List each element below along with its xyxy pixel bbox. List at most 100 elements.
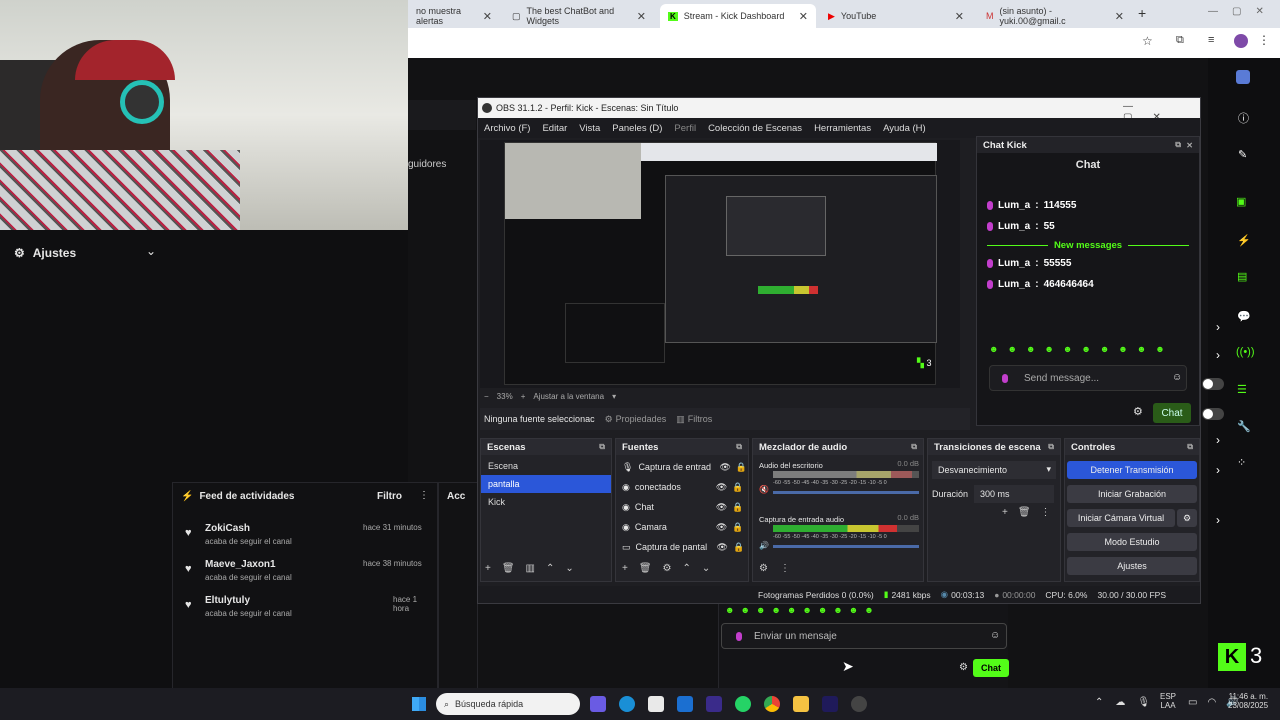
popout-icon[interactable]: ⧉ xyxy=(736,442,742,452)
fit-window[interactable]: Ajustar a la ventana xyxy=(533,392,604,401)
chat-user[interactable]: Lum_a xyxy=(998,221,1030,232)
chevron-up-icon[interactable]: ⌃ xyxy=(1095,697,1103,708)
emote-row[interactable]: ☻☻☻☻☻☻☻☻☻☻ xyxy=(725,605,1005,615)
feed-user[interactable]: Eltulytuly xyxy=(205,595,250,606)
trash-icon[interactable]: 🗑 xyxy=(502,563,515,574)
trash-icon[interactable]: 🗑 xyxy=(1018,507,1031,518)
network-icon[interactable]: ☁ xyxy=(1115,697,1125,708)
chat-user[interactable]: Lum_a xyxy=(998,200,1030,211)
properties-button[interactable]: ⚙ Propiedades xyxy=(605,414,667,425)
gear-icon[interactable]: ⚙ xyxy=(959,662,968,673)
browser-tab-active[interactable]: K Stream - Kick Dashboard ✕ xyxy=(660,4,816,28)
more-icon[interactable]: ⋮ xyxy=(780,563,790,574)
popout-icon[interactable]: ⧉ xyxy=(1187,442,1193,452)
preview-area[interactable]: ▚ 3 xyxy=(480,140,960,388)
virtual-camera-button[interactable]: Iniciar Cámara Virtual xyxy=(1067,509,1175,527)
volume-slider[interactable] xyxy=(773,545,919,548)
outlook-icon[interactable] xyxy=(677,696,693,712)
source-item[interactable]: ◉ Chat 👁 🔒 xyxy=(616,497,748,517)
bookmark-star-icon[interactable]: ☆ xyxy=(1142,34,1153,48)
scene-item[interactable]: Escena xyxy=(481,457,611,475)
avatar[interactable] xyxy=(1234,34,1248,48)
lock-icon[interactable]: 🔒 xyxy=(732,502,743,513)
toggle[interactable] xyxy=(1202,378,1224,390)
scene-item-selected[interactable]: pantalla xyxy=(481,475,611,493)
lock-icon[interactable]: 🔒 xyxy=(733,542,744,553)
popout-icon[interactable]: ⧉ xyxy=(911,442,917,452)
chat-input[interactable]: Enviar un mensaje ☺ xyxy=(721,623,1007,649)
arrow-down-icon[interactable]: ⌄ xyxy=(565,563,573,574)
arrow-down-icon[interactable]: ⌄ xyxy=(702,563,710,574)
menu-vista[interactable]: Vista xyxy=(573,123,606,134)
document-icon[interactable]: ▤ xyxy=(1237,270,1247,283)
gear-icon[interactable]: ⚙ xyxy=(663,563,672,574)
chevron-right-icon[interactable]: › xyxy=(1216,348,1220,362)
extensions-icon[interactable]: ⧉ xyxy=(1176,34,1184,47)
arrow-up-icon[interactable]: ⌃ xyxy=(683,563,691,574)
menu-ayuda[interactable]: Ayuda (H) xyxy=(877,123,932,134)
chat-send-button[interactable]: Chat xyxy=(973,659,1009,677)
extension-icon[interactable] xyxy=(1236,70,1250,84)
zoom-in-icon[interactable]: + xyxy=(521,392,526,401)
studio-mode-button[interactable]: Modo Estudio xyxy=(1067,533,1197,551)
eye-icon[interactable]: 👁 xyxy=(716,502,727,513)
jw-icon[interactable] xyxy=(706,696,722,712)
browser-tab[interactable]: ▢ The best ChatBot and Widgets ✕ xyxy=(504,4,654,28)
edge-icon[interactable] xyxy=(619,696,635,712)
chevron-right-icon[interactable]: › xyxy=(1216,463,1220,477)
lock-icon[interactable]: 🔒 xyxy=(732,522,743,533)
microphone-icon[interactable] xyxy=(1002,374,1008,383)
wrench-icon[interactable]: 🔧 xyxy=(1237,420,1251,433)
gear-icon[interactable]: ⚙ xyxy=(1177,509,1197,527)
emote-row[interactable]: ☻☻☻☻☻☻☻☻☻☻ xyxy=(989,344,1193,354)
close-icon[interactable]: ✕ xyxy=(1186,141,1193,150)
start-recording-button[interactable]: Iniciar Grabación xyxy=(1067,485,1197,503)
chevron-down-icon[interactable]: ⌄ xyxy=(146,244,156,258)
feed-user[interactable]: Maeve_Jaxon1 xyxy=(205,559,276,570)
more-icon[interactable]: ⋮ xyxy=(1041,507,1051,518)
source-item[interactable]: 🎙 Captura de entrad 👁 🔒 xyxy=(616,457,748,477)
gear-icon[interactable]: ⚙ xyxy=(1133,405,1143,418)
add-icon[interactable]: + xyxy=(1002,507,1008,518)
playlist-icon[interactable]: ≡ xyxy=(1208,34,1214,46)
chevron-right-icon[interactable]: › xyxy=(1216,513,1220,527)
menu-editar[interactable]: Editar xyxy=(536,123,573,134)
close-icon[interactable]: ✕ xyxy=(799,10,808,23)
source-item[interactable]: ◉ Camara 👁 🔒 xyxy=(616,517,748,537)
stop-streaming-button[interactable]: Detener Transmisión xyxy=(1067,461,1197,479)
browser-tab[interactable]: M (sin asunto) - yuki.00@gmail.c ✕ xyxy=(978,4,1132,28)
microphone-icon[interactable] xyxy=(736,632,742,641)
lock-icon[interactable]: 🔒 xyxy=(736,462,747,473)
chat-user[interactable]: Lum_a xyxy=(998,279,1030,290)
scene-item[interactable]: Kick xyxy=(481,493,611,511)
source-item[interactable]: ◉ conectados 👁 🔒 xyxy=(616,477,748,497)
toggle[interactable] xyxy=(1202,408,1224,420)
whatsapp-icon[interactable] xyxy=(735,696,751,712)
bolt-icon[interactable]: ⚡ xyxy=(1237,234,1251,247)
eye-icon[interactable]: 👁 xyxy=(716,522,727,533)
pencil-icon[interactable]: ✎ xyxy=(1238,148,1247,161)
volume-slider[interactable] xyxy=(773,491,919,494)
chevron-right-icon[interactable]: › xyxy=(1216,320,1220,334)
store-icon[interactable] xyxy=(648,696,664,712)
trash-icon[interactable]: 🗑 xyxy=(639,563,652,574)
filter-icon[interactable]: ▥ xyxy=(526,563,535,574)
close-icon[interactable]: ✕ xyxy=(955,10,964,23)
menu-herramientas[interactable]: Herramientas xyxy=(808,123,877,134)
source-item[interactable]: ▭ Captura de pantal 👁 🔒 xyxy=(616,537,748,557)
popout-icon[interactable]: ⧉ xyxy=(1175,140,1181,150)
eye-icon[interactable]: 👁 xyxy=(717,542,728,553)
language-indicator[interactable]: ESP LAA xyxy=(1160,692,1176,710)
eye-icon[interactable]: 👁 xyxy=(719,462,730,473)
close-icon[interactable]: ✕ xyxy=(1115,10,1124,23)
popout-icon[interactable]: ⧉ xyxy=(1048,442,1054,452)
broadcast-icon[interactable]: ((•)) xyxy=(1236,346,1255,358)
taskbar-search[interactable]: ⌕ Búsqueda rápida xyxy=(436,693,580,715)
menu-archivo[interactable]: Archivo (F) xyxy=(478,123,536,134)
display-icon[interactable]: ▭ xyxy=(1188,697,1197,708)
microphone-icon[interactable]: 🎙 xyxy=(1137,697,1150,708)
address-bar[interactable]: ☆ ⧉ ≡ ⋮ xyxy=(408,28,1280,58)
menu-colecciones[interactable]: Colección de Escenas xyxy=(702,123,808,134)
chevron-down-icon[interactable]: ▾ xyxy=(612,392,616,401)
wifi-icon[interactable]: ◠ xyxy=(1207,697,1216,708)
